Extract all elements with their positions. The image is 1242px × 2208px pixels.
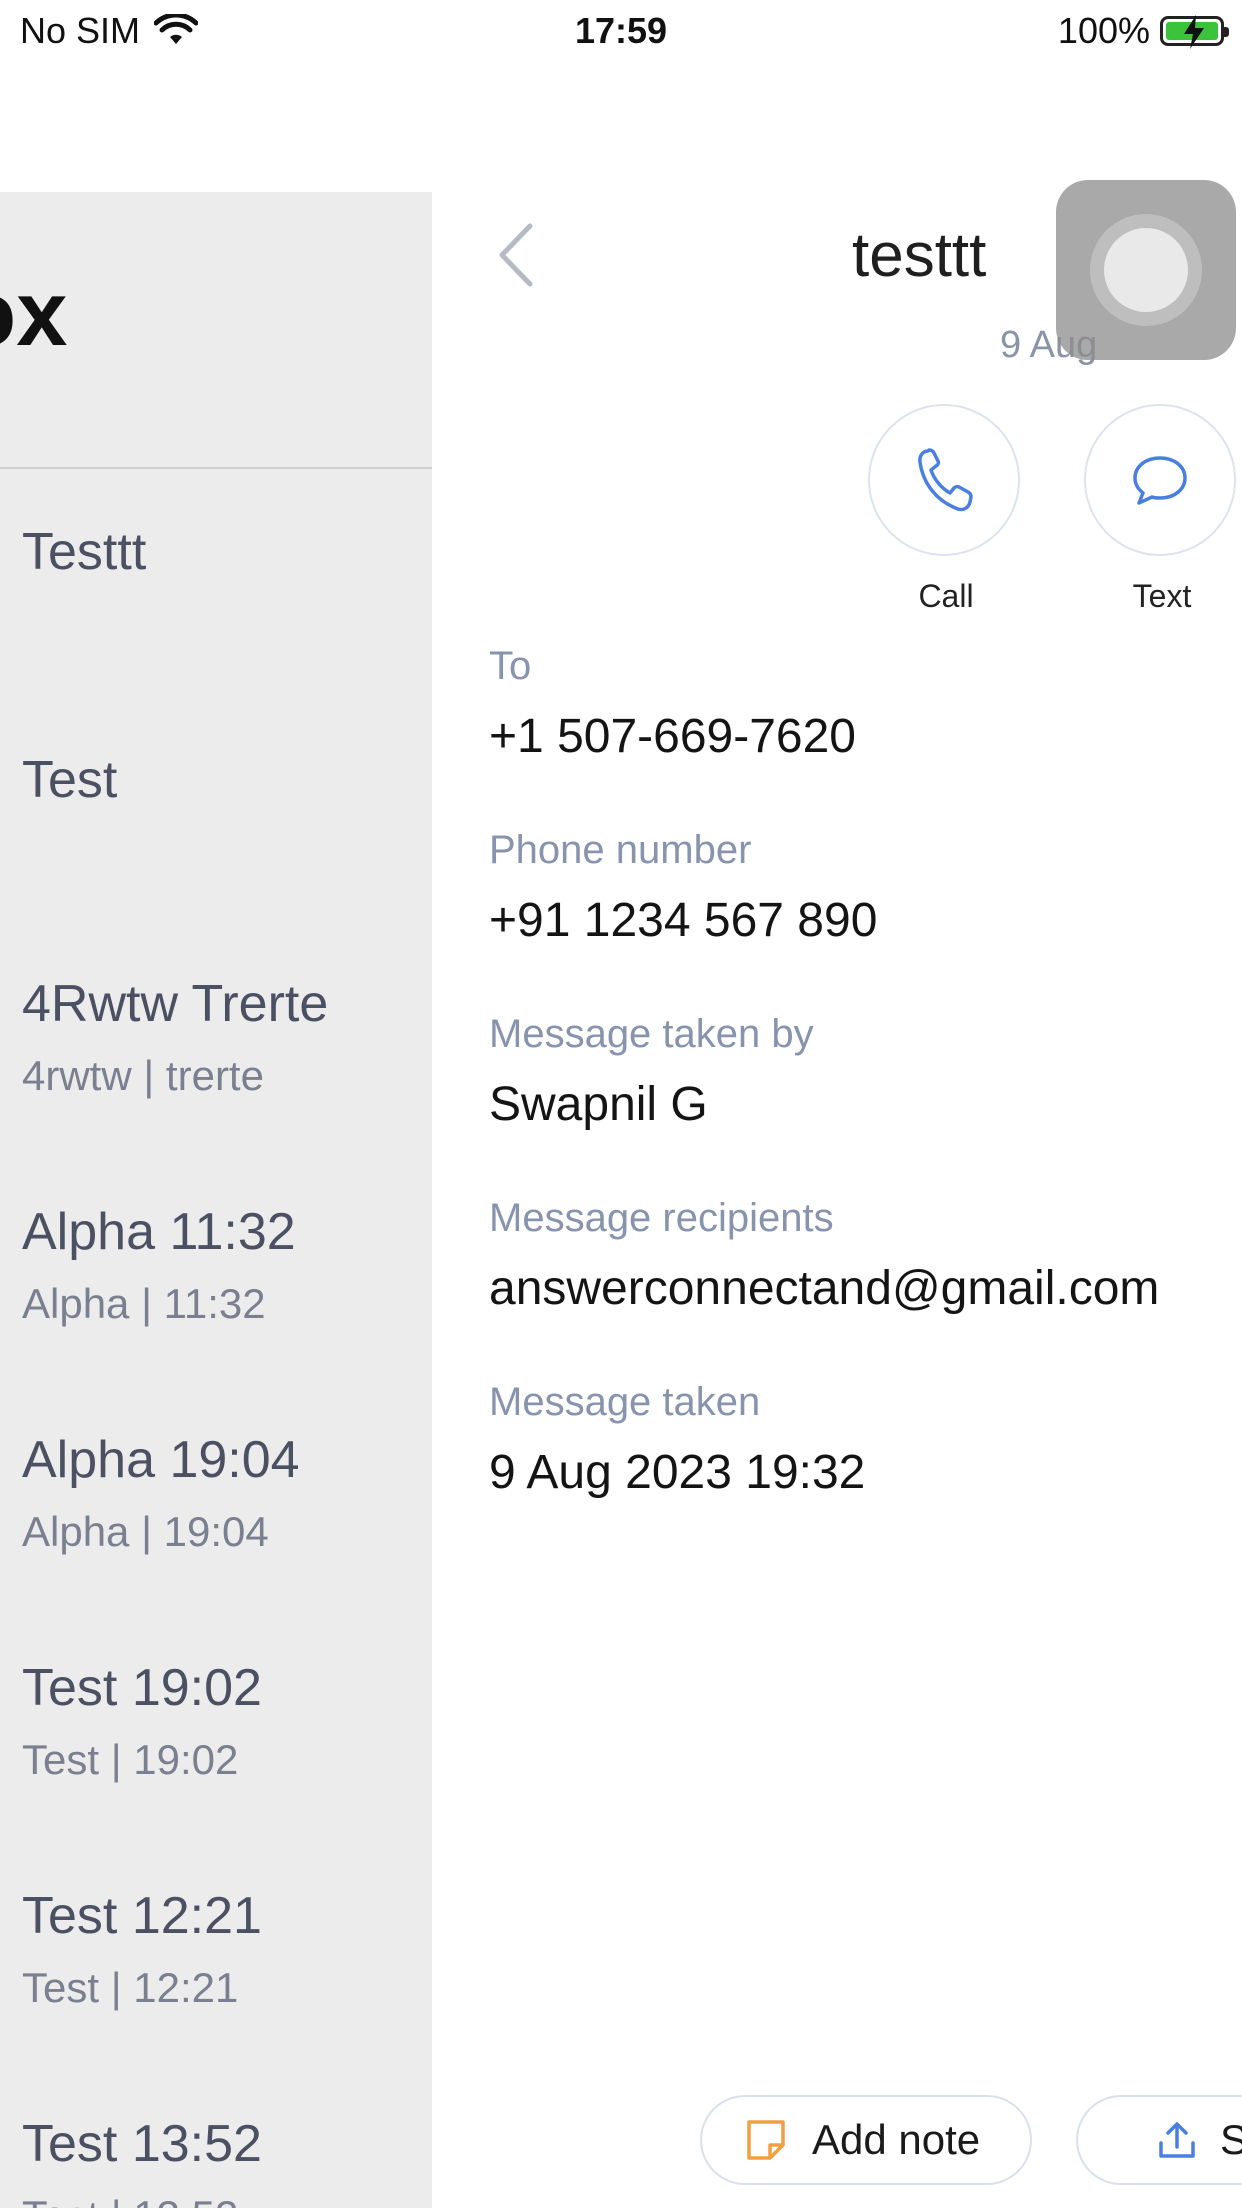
field-label: Message recipients <box>489 1196 834 1240</box>
inbox-item-name: Testtt <box>22 523 147 581</box>
field-message-taken: Message taken 9 Aug 2023 19:32 <box>489 1380 865 1500</box>
call-action[interactable]: Call <box>868 404 1024 615</box>
assistive-touch-button[interactable] <box>1056 180 1236 360</box>
inbox-item-name: Alpha 11:32 <box>22 1203 296 1261</box>
inbox-item-sub: 4rwtw | trerte <box>22 1052 264 1099</box>
inbox-pane: ox Testtt Test 4Rwtw Trerte 4rwtw | trer… <box>0 192 432 2208</box>
inbox-item-sub: Alpha | 11:32 <box>22 1280 266 1327</box>
field-to: To +1 507-669-7620 <box>489 644 856 764</box>
text-button[interactable] <box>1084 404 1236 556</box>
inbox-item[interactable]: 4Rwtw Trerte 4rwtw | trerte <box>22 974 432 1100</box>
inbox-item[interactable]: Test 19:02 Test | 19:02 <box>22 1658 432 1784</box>
inbox-item-name: Alpha 19:04 <box>22 1431 300 1489</box>
field-value: answerconnectand@gmail.com <box>489 1262 1160 1315</box>
upload-icon <box>1159 2122 1195 2158</box>
field-phone-number: Phone number +91 1234 567 890 <box>489 828 877 948</box>
field-value: 9 Aug 2023 19:32 <box>489 1446 866 1499</box>
status-bar: No SIM 17:59 100% <box>0 0 1242 64</box>
field-message-taken-by: Message taken by Swapnil G <box>489 1012 814 1132</box>
field-label: Phone number <box>489 828 752 872</box>
inbox-item-sub: Test | 19:02 <box>22 1736 239 1783</box>
inbox-item-name: 4Rwtw Trerte <box>22 975 329 1033</box>
add-note-button[interactable]: Add note <box>700 2095 1032 2185</box>
status-time: 17:59 <box>574 10 668 51</box>
share-label: S <box>1220 2116 1242 2163</box>
inbox-item[interactable]: Test 12:21 Test | 12:21 <box>22 1886 432 2012</box>
text-label: Text <box>1132 578 1192 614</box>
inbox-title: ox <box>0 263 68 365</box>
battery-icon <box>1160 15 1229 49</box>
inbox-item-sub: Test | 13:52 <box>22 2192 432 2208</box>
inbox-item-name: Test 12:21 <box>22 1887 262 1945</box>
inbox-item[interactable]: Alpha 19:04 Alpha | 19:04 <box>22 1430 432 1556</box>
inbox-item-sub: Test | 12:21 <box>22 1964 239 2011</box>
field-value: +1 507-669-7620 <box>489 710 856 763</box>
inbox-item[interactable]: Alpha 11:32 Alpha | 11:32 <box>22 1202 432 1328</box>
phone-icon <box>918 448 973 512</box>
battery-group: 100% <box>1057 10 1229 52</box>
share-button[interactable]: S <box>1076 2095 1242 2185</box>
field-value: +91 1234 567 890 <box>489 894 878 947</box>
detail-title: testtt <box>852 221 987 290</box>
call-button[interactable] <box>868 404 1020 556</box>
add-note-label: Add note <box>812 2116 981 2163</box>
inbox-item-name: Test <box>22 751 118 809</box>
inbox-item[interactable]: Test 13:52 Test | 13:52 <box>22 2114 432 2208</box>
field-value: Swapnil G <box>489 1078 708 1131</box>
inbox-item[interactable]: Test <box>22 750 432 810</box>
field-label: Message taken by <box>489 1012 814 1056</box>
inbox-divider <box>0 467 432 469</box>
field-label: Message taken <box>489 1380 761 1424</box>
field-message-recipients: Message recipients answerconnectand@gmai… <box>489 1196 1159 1316</box>
back-chevron-icon[interactable] <box>492 220 538 290</box>
inbox-item-sub: Alpha | 19:04 <box>22 1508 269 1555</box>
chat-bubble-icon <box>1133 456 1187 505</box>
text-action[interactable]: Text <box>1084 404 1240 615</box>
inbox-item-name: Test 19:02 <box>22 1659 262 1717</box>
note-icon <box>747 2120 785 2160</box>
battery-percent: 100% <box>1057 10 1150 51</box>
inbox-item-name: Test 13:52 <box>22 2115 262 2173</box>
message-detail-pane: testtt 9 Aug Call Text To +1 507-669-762… <box>432 136 1242 2208</box>
field-label: To <box>489 644 532 688</box>
call-label: Call <box>918 578 974 614</box>
inbox-item[interactable]: Testtt <box>22 522 432 582</box>
